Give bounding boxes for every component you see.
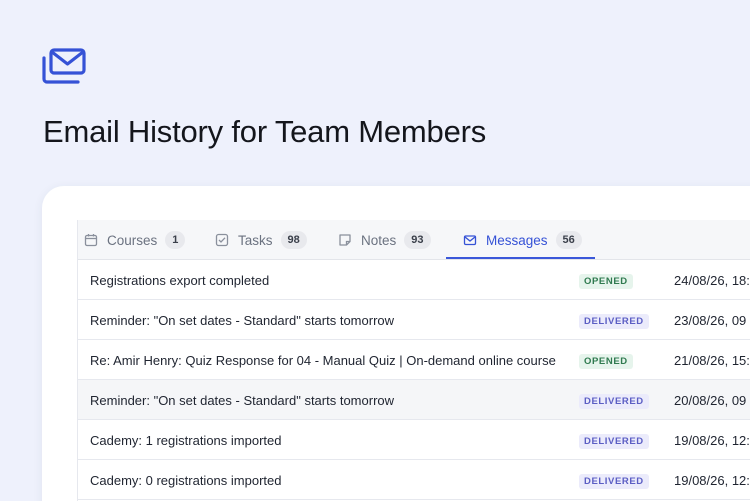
tab-tasks[interactable]: Tasks 98	[215, 220, 307, 260]
table-row[interactable]: Re: Amir Henry: Quiz Response for 04 - M…	[78, 340, 750, 380]
tab-notes-count: 93	[404, 231, 431, 249]
status-badge: DELIVERED	[579, 474, 649, 489]
mail-icon	[463, 233, 477, 247]
tab-messages[interactable]: Messages 56	[463, 220, 582, 260]
status-badge: OPENED	[579, 354, 633, 369]
message-date: 20/08/26, 09	[674, 393, 747, 408]
table-row[interactable]: Registrations export completed OPENED 24…	[78, 260, 750, 300]
tab-courses-count: 1	[165, 231, 186, 249]
message-date: 24/08/26, 18:	[674, 273, 750, 288]
message-subject: Reminder: "On set dates - Standard" star…	[90, 393, 395, 408]
message-subject: Cademy: 1 registrations imported	[90, 433, 282, 448]
message-subject: Cademy: 0 registrations imported	[90, 473, 282, 488]
message-date: 23/08/26, 09	[674, 313, 747, 328]
status-badge: DELIVERED	[579, 394, 649, 409]
message-list: Registrations export completed OPENED 24…	[78, 260, 750, 500]
tab-messages-count: 56	[555, 231, 582, 249]
tab-tasks-label: Tasks	[238, 232, 273, 248]
tab-courses[interactable]: Courses 1	[84, 220, 186, 260]
status-badge: DELIVERED	[579, 434, 649, 449]
checkbox-icon	[215, 233, 229, 247]
status-badge: OPENED	[579, 274, 633, 289]
message-date: 19/08/26, 12:	[674, 473, 750, 488]
message-subject: Re: Amir Henry: Quiz Response for 04 - M…	[90, 353, 556, 368]
tab-notes[interactable]: Notes 93	[338, 220, 431, 260]
tab-messages-label: Messages	[486, 232, 548, 248]
message-subject: Registrations export completed	[90, 273, 270, 288]
status-badge: DELIVERED	[579, 314, 649, 329]
calendar-icon	[84, 233, 98, 247]
tab-courses-label: Courses	[107, 232, 158, 248]
table-row[interactable]: Cademy: 0 registrations imported DELIVER…	[78, 460, 750, 500]
active-tab-indicator	[446, 257, 595, 259]
message-date: 19/08/26, 12:	[674, 433, 750, 448]
tab-tasks-count: 98	[280, 231, 307, 249]
mail-stack-icon	[42, 48, 86, 84]
table-row[interactable]: Reminder: "On set dates - Standard" star…	[78, 380, 750, 420]
email-history-panel: Courses 1 Tasks 98 Notes 93 Messages 56	[77, 220, 750, 501]
tab-bar: Courses 1 Tasks 98 Notes 93 Messages 56	[78, 220, 750, 260]
table-row[interactable]: Cademy: 1 registrations imported DELIVER…	[78, 420, 750, 460]
message-subject: Reminder: "On set dates - Standard" star…	[90, 313, 395, 328]
tab-notes-label: Notes	[361, 232, 397, 248]
table-row[interactable]: Reminder: "On set dates - Standard" star…	[78, 300, 750, 340]
note-icon	[338, 233, 352, 247]
message-date: 21/08/26, 15:	[674, 353, 750, 368]
page-title: Email History for Team Members	[43, 114, 487, 149]
